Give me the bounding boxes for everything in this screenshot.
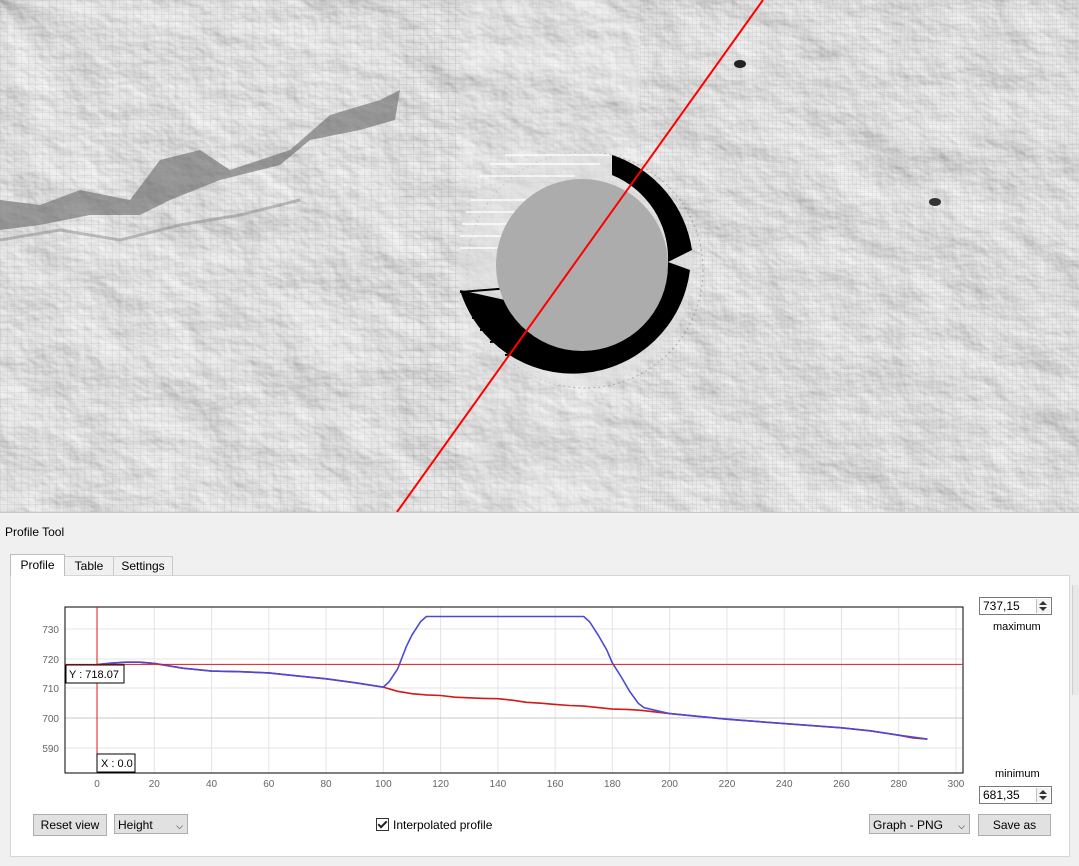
profile-series-red [96,661,928,740]
profile-series [96,615,928,740]
minimum-label: minimum [995,768,1040,780]
y-tick-label: 720 [42,655,59,666]
hillshade-map [0,0,1079,512]
chevron-down-icon: ⌵ [958,821,965,831]
map-canvas[interactable] [0,0,1079,512]
x-tick-label: 60 [263,779,275,790]
svg-text:X : 0.0: X : 0.0 [101,758,133,770]
cursor-x-label: X : 0.0 [96,753,136,773]
reset-view-button[interactable]: Reset view [33,814,107,836]
chevron-down-icon: ⌵ [176,821,183,831]
save-as-button[interactable]: Save as [978,814,1051,836]
x-tick-label: 80 [321,779,333,790]
x-axis: 0 20 40 60 80 100 120 140 160 180 200 220 240 260 280 3… [94,779,965,790]
maximum-value: 737,15 [983,599,1020,613]
mode-select-value: Height [118,818,153,832]
y-axis: 730 720 710 700 590 [42,625,59,755]
x-tick-label: 120 [432,779,449,790]
panel-scrollbar[interactable] [1072,585,1079,695]
x-tick-label: 240 [776,779,793,790]
x-tick-label: 220 [719,779,736,790]
minimum-spinbox[interactable]: 681,35 [979,786,1052,804]
profile-tab-content: 0 20 40 60 80 100 120 140 160 180 200 220 240 260 280 3… [10,575,1070,857]
x-tick-label: 260 [833,779,850,790]
tab-table[interactable]: Table [64,556,114,576]
spin-down-icon[interactable] [1039,796,1047,800]
x-tick-label: 0 [94,779,100,790]
cursor-y-label: Y : 718.07 [65,664,125,684]
tab-profile[interactable]: Profile [10,554,65,576]
export-format-value: Graph - PNG [873,818,944,832]
svg-text:Y : 718.07: Y : 718.07 [69,669,119,681]
x-tick-label: 280 [890,779,907,790]
x-tick-label: 200 [661,779,678,790]
x-tick-label: 140 [490,779,507,790]
maximum-label: maximum [993,621,1041,633]
x-tick-label: 300 [948,779,965,790]
x-tick-label: 180 [604,779,621,790]
spin-up-icon[interactable] [1039,601,1047,605]
x-tick-label: 40 [206,779,218,790]
panel-title: Profile Tool [5,525,65,539]
y-tick-label: 700 [42,714,59,725]
spin-up-icon[interactable] [1039,790,1047,794]
minimum-value: 681,35 [983,788,1020,802]
maximum-spinbox[interactable]: 737,15 [979,597,1052,615]
y-tick-label: 710 [42,684,59,695]
interpolated-profile-label[interactable]: Interpolated profile [393,818,492,832]
profile-tool-panel: Profile Tool Profile Table Settings 0 20 4… [0,512,1079,866]
maximum-spin-buttons[interactable] [1036,599,1050,613]
minimum-spin-buttons[interactable] [1036,788,1050,802]
spin-down-icon[interactable] [1039,607,1047,611]
profile-series-blue [96,615,928,740]
tab-settings[interactable]: Settings [113,556,173,576]
x-tick-label: 20 [149,779,161,790]
y-tick-label: 730 [42,625,59,636]
x-tick-label: 100 [375,779,392,790]
plot-grid [65,607,963,773]
export-format-select[interactable]: Graph - PNG ⌵ [869,814,970,834]
mode-select[interactable]: Height ⌵ [114,814,188,834]
x-tick-label: 160 [547,779,564,790]
interpolated-profile-checkbox[interactable] [376,818,389,831]
y-tick-label: 590 [42,744,59,755]
